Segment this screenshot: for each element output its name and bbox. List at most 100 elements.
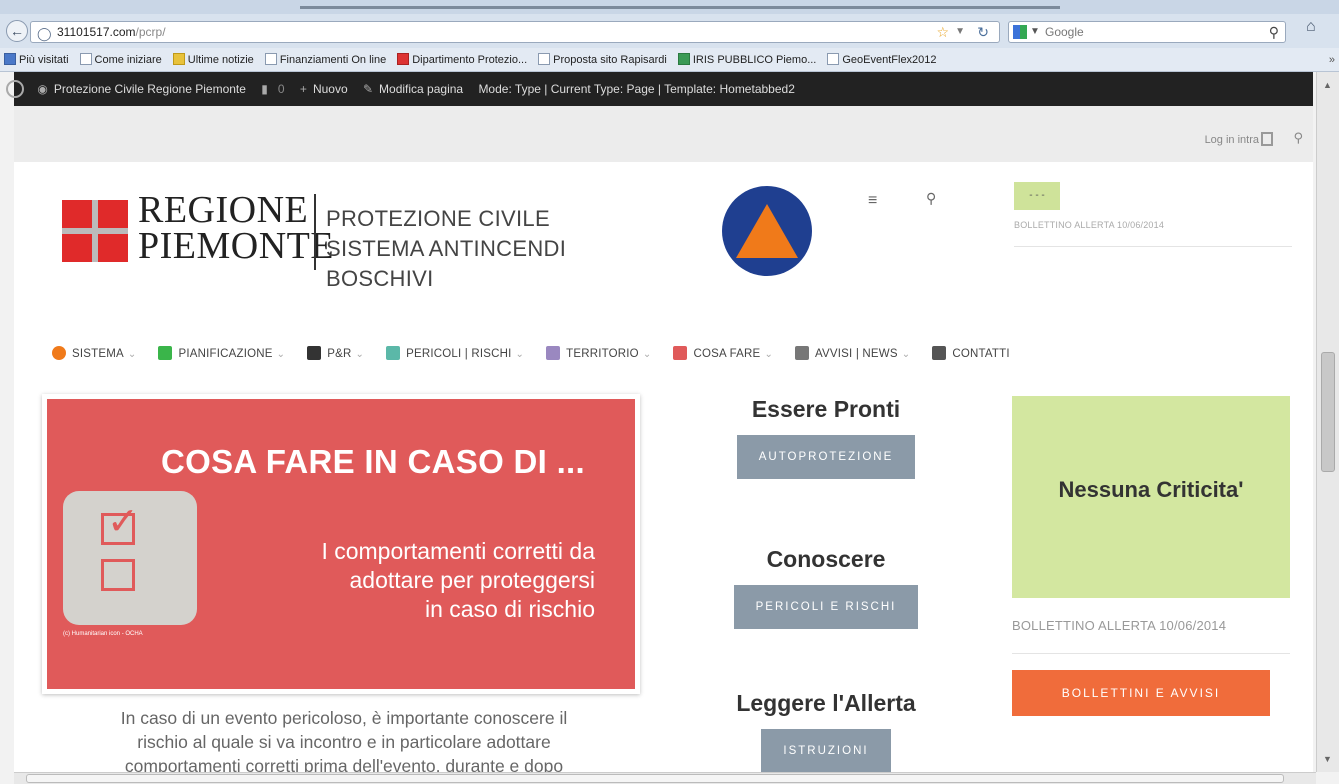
reload-icon[interactable]: ↻	[977, 22, 989, 42]
section-conoscere: Conoscere PERICOLI E RISCHI	[704, 546, 948, 629]
checklist-icon: ✓	[63, 491, 197, 625]
tab-indicator	[300, 6, 1060, 9]
chevron-down-icon: ⌄	[901, 349, 911, 360]
main-navigation: SISTEMA ⌄ PIANIFICAZIONE ⌄ P&R ⌄ PERICOLI | RI…	[52, 342, 1292, 366]
login-link[interactable]: Log in intra	[1205, 132, 1273, 146]
browser-toolbar: ← ◯ 31101517.com/pcrp/ ☆ ▼ ↻ ▼ Google ⚲	[0, 14, 1339, 48]
nav-item[interactable]: PIANIFICAZIONE ⌄	[158, 342, 285, 367]
search-engine-dropdown-icon[interactable]: ▼	[1030, 22, 1040, 42]
search-placeholder: Google	[1045, 25, 1084, 39]
nav-label: P&R	[327, 348, 352, 360]
bookmark-icon	[79, 53, 92, 65]
bollettino-label[interactable]: BOLLETTINO ALLERTA 10/06/2014	[1012, 616, 1292, 635]
bookmark-label: IRIS PUBBLICO Piemo...	[692, 54, 817, 66]
nav-item[interactable]: PERICOLI | RISCHI ⌄	[386, 342, 524, 367]
chevron-down-icon: ⌄	[642, 349, 652, 360]
bookmark-item[interactable]: Proposta sito Rapisardi	[534, 48, 667, 71]
admin-edit-link[interactable]: ✎ Modifica pagina	[363, 72, 463, 106]
logo-sub-line1: PROTEZIONE CIVILE	[326, 206, 550, 231]
scroll-down-icon[interactable]: ▼	[1323, 754, 1332, 764]
scroll-up-icon[interactable]: ▲	[1323, 80, 1332, 90]
bookmark-icon	[397, 53, 410, 65]
bookmark-item[interactable]: Finanziamenti On line	[261, 48, 387, 71]
section-essere-pronti: Essere Pronti AUTOPROTEZIONE	[704, 396, 948, 479]
bookmark-item[interactable]: IRIS PUBBLICO Piemo...	[674, 48, 817, 71]
comment-icon: ▮	[261, 82, 268, 96]
regione-flag-logo	[62, 200, 128, 262]
login-label: Log in intra	[1204, 134, 1259, 146]
hero-credit: (c) Humanitarian icon - OCHA	[63, 631, 143, 637]
bookmark-star-icon[interactable]: ☆	[936, 22, 949, 42]
horizontal-scrollbar[interactable]	[14, 772, 1316, 784]
bookmark-label: Finanziamenti On line	[279, 54, 387, 66]
top-utility-bar: Log in intra ⚲	[14, 106, 1313, 162]
chevron-down-icon: ⌄	[355, 349, 365, 360]
vertical-scrollbar[interactable]: ▲ ▼	[1316, 72, 1339, 772]
browser-search-field[interactable]: ▼ Google ⚲	[1008, 21, 1286, 43]
bookmark-item[interactable]: Più visitati	[0, 48, 69, 71]
bookmark-icon	[4, 53, 16, 65]
bookmark-item[interactable]: Dipartimento Protezio...	[393, 48, 528, 71]
bookmark-label: Dipartimento Protezio...	[412, 54, 528, 66]
top-search-icon[interactable]: ⚲	[1293, 130, 1303, 146]
nav-icon	[52, 346, 66, 360]
user-icon	[1261, 132, 1273, 146]
nav-label: PIANIFICAZIONE	[178, 348, 273, 360]
chevron-down-icon: ⌄	[127, 349, 137, 360]
url-path: /pcrp/	[135, 25, 166, 39]
dashboard-icon: ◉	[37, 82, 48, 96]
url-dropdown-icon[interactable]: ▼	[955, 22, 965, 42]
admin-comments-link[interactable]: ▮ 0	[261, 72, 284, 106]
address-bar[interactable]: ◯ 31101517.com/pcrp/ ☆ ▼ ↻	[30, 21, 1000, 43]
nav-item[interactable]: AVVISI | NEWS ⌄	[795, 342, 910, 367]
admin-new-label: Nuovo	[312, 82, 348, 96]
nav-item[interactable]: COSA FARE ⌄	[673, 342, 773, 367]
bookmark-item[interactable]: Come iniziare	[76, 48, 162, 71]
alert-status-column: Nessuna Criticita' BOLLETTINO ALLERTA 10…	[1012, 396, 1292, 716]
nav-item[interactable]: SISTEMA ⌄	[52, 342, 136, 367]
bookmarks-bar: Più visitati Come iniziare Ultime notizie F…	[0, 48, 1339, 72]
plus-icon: +	[299, 82, 307, 96]
bookmarks-more-icon[interactable]: »	[1329, 48, 1335, 71]
nav-item[interactable]: P&R ⌄	[307, 342, 364, 367]
criticita-status-box[interactable]: Nessuna Criticita'	[1012, 396, 1290, 598]
header-search-icon[interactable]: ⚲	[926, 190, 936, 207]
nav-icon	[386, 346, 401, 360]
autoprotezione-button[interactable]: AUTOPROTEZIONE	[736, 435, 916, 479]
admin-new-link[interactable]: + Nuovo	[300, 72, 348, 106]
hero-subtitle-line1: I comportamenti corretti da	[321, 538, 595, 564]
search-engine-icon[interactable]	[1013, 25, 1027, 39]
logo-region-line2: PIEMONTE	[138, 225, 335, 267]
search-icon[interactable]: ⚲	[1269, 22, 1279, 42]
nav-item[interactable]: CONTATTI	[932, 342, 1010, 366]
bookmark-label: Ultime notizie	[187, 54, 254, 66]
bookmark-item[interactable]: Ultime notizie	[169, 48, 254, 71]
page-content: Log in intra ⚲ REGIONE PIEMONTE PROTEZION…	[14, 106, 1313, 772]
nav-label: CONTATTI	[952, 348, 1010, 360]
home-icon[interactable]: ⌂	[1306, 18, 1316, 36]
scrollbar-thumb[interactable]	[1321, 352, 1335, 472]
bookmark-icon	[264, 53, 277, 65]
scrollbar-thumb[interactable]	[26, 774, 1284, 783]
istruzioni-button[interactable]: ISTRUZIONI	[761, 729, 891, 772]
bookmark-label: Proposta sito Rapisardi	[553, 54, 667, 66]
bollettini-avvisi-button[interactable]: BOLLETTINI E AVVISI	[1012, 670, 1270, 716]
nav-label: SISTEMA	[72, 348, 124, 360]
site-logo[interactable]: REGIONE PIEMONTE PROTEZIONE CIVILE SISTEMA…	[62, 190, 642, 291]
chevron-down-icon: ⌄	[764, 349, 774, 360]
nav-icon	[673, 346, 688, 360]
pericoli-rischi-button[interactable]: PERICOLI E RISCHI	[733, 585, 919, 629]
hero-title: COSA FARE IN CASO DI ...	[160, 443, 585, 480]
header-bollettino[interactable]: - - - BOLLETTINO ALLERTA 10/06/2014	[1014, 182, 1294, 266]
hero-caption-line1: In caso di un evento pericoloso, è impor…	[120, 708, 568, 728]
back-button[interactable]: ←	[6, 20, 28, 42]
admin-site-link[interactable]: ◉ Protezione Civile Regione Piemonte	[37, 72, 246, 106]
globe-icon: ◯	[37, 26, 52, 41]
menu-icon[interactable]: ≡	[868, 192, 877, 210]
section-title: Leggere l'Allerta	[736, 690, 916, 716]
hero-banner[interactable]: COSA FARE IN CASO DI ... ✓ (c) Humanitar…	[42, 394, 640, 694]
wordpress-logo-icon[interactable]	[6, 80, 24, 98]
nav-item[interactable]: TERRITORIO ⌄	[546, 342, 651, 367]
protezione-civile-emblem	[722, 186, 812, 276]
bookmark-item[interactable]: GeoEventFlex2012	[823, 48, 937, 71]
